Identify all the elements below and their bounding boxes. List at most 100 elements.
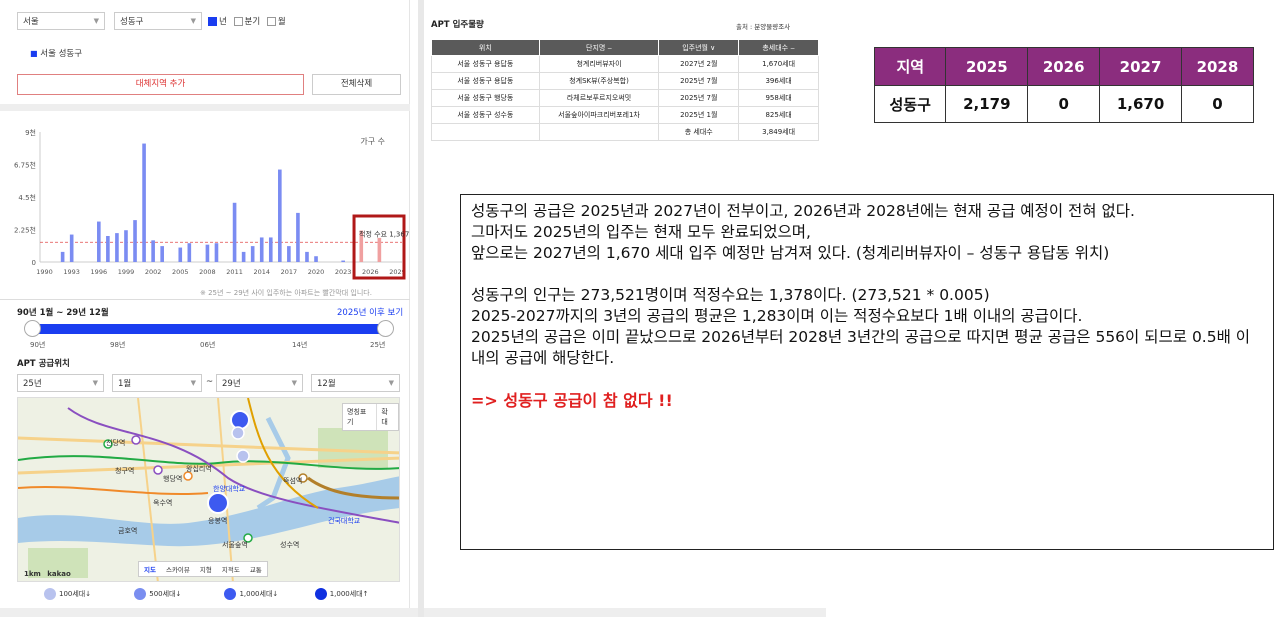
cell-complex: 청계리버뷰자이 (538, 55, 660, 73)
period-month-option[interactable]: 월 (266, 17, 286, 27)
y-tick-label: 4.5천 (18, 193, 36, 202)
chart-bar (115, 233, 119, 262)
x-tick-label: 2002 (145, 268, 162, 276)
checkbox-icon (233, 17, 243, 26)
section-divider (0, 104, 410, 111)
from-year-select[interactable]: 25년 ▼ (17, 374, 104, 392)
legend-label: 1,000세대↑ (329, 590, 369, 598)
chart-bar (314, 256, 318, 262)
x-tick-label: 2017 (281, 268, 298, 276)
toggle-labels-button[interactable]: 명칭표기 (343, 404, 378, 430)
chart-bar (341, 260, 345, 262)
cell-move-in: 2025년 1월 (658, 106, 740, 124)
to-month-select[interactable]: 12월 ▼ (311, 374, 400, 392)
legend-item: 100세대↓ (44, 588, 132, 600)
period-year-option[interactable]: 년 (208, 17, 227, 27)
chart-bar (278, 169, 282, 262)
after-2025-link[interactable]: 2025년 이후 보기 (337, 306, 403, 318)
size-legend: 100세대↓ 500세대↓ 1,000세대↓ 1,000세대↑ (44, 588, 403, 600)
map-label: 옥수역 (153, 499, 173, 507)
table-row[interactable]: 서울 성동구 용답동 청계리버뷰자이 2027년 2월 1,670세대 (431, 55, 819, 73)
bubble-icon (44, 588, 56, 600)
selected-region-label: 서울 성동구 (40, 49, 83, 59)
zoom-button[interactable]: 확대 (377, 404, 398, 430)
x-tick-label: 2020 (308, 268, 325, 276)
summary-cell: 0 (1027, 85, 1101, 123)
legend-label: 500세대↓ (149, 590, 182, 598)
y-axis-label: 가구 수 (360, 137, 385, 146)
delete-all-button[interactable]: 전체삭제 (312, 74, 401, 95)
table-row[interactable]: 서울 성동구 행당동 라체르보푸르지오써밋 2025년 7월 958세대 (431, 89, 819, 107)
legend-label: 1,000세대↓ (239, 590, 279, 598)
cell-complex: 라체르보푸르지오써밋 (538, 89, 660, 107)
column-header-households[interactable]: 총세대수 ‒ (738, 39, 819, 56)
chart-bar (305, 251, 309, 262)
x-tick-label: 1996 (91, 268, 108, 276)
chart-bar (259, 237, 264, 262)
map-label: 응봉역 (208, 517, 228, 525)
cell-complex: 청계SK뷰(주상복합) (538, 72, 660, 90)
to-year-select[interactable]: 29년 ▼ (216, 374, 303, 392)
x-tick-label: 1999 (118, 268, 135, 276)
x-tick-label: 2005 (172, 268, 189, 276)
from-month-select[interactable]: 1월 ▼ (112, 374, 202, 392)
tab-skyview[interactable]: 스카이뷰 (161, 562, 195, 576)
note-paragraph: 2025-2027까지의 3년의 공급의 평균은 1,283이며 이는 적정수요… (471, 307, 1083, 325)
region-select[interactable]: 서울 ▼ (17, 12, 105, 30)
range-slider-end-handle[interactable] (377, 320, 394, 337)
chevron-down-icon: ▼ (388, 379, 394, 387)
tab-traffic[interactable]: 교통 (245, 562, 267, 576)
table-row[interactable]: 서울 성동구 성수동 서울숲아이파크리버포레1차 2025년 1월 825세대 (431, 106, 819, 124)
period-quarter-option[interactable]: 분기 (233, 17, 261, 27)
chart-bar (60, 251, 65, 262)
cell-location: 서울 성동구 성수동 (431, 106, 540, 124)
tab-terrain[interactable]: 지형 (195, 562, 217, 576)
summary-cell: 0 (1180, 85, 1255, 123)
y-tick-label: 2.25천 (14, 226, 36, 235)
cell-move-in: 2025년 7월 (658, 89, 740, 107)
chart-bar (214, 243, 219, 262)
add-comparison-region-button[interactable]: 대체지역 추가 (17, 74, 304, 95)
map-label: 왕십리역 (186, 465, 212, 473)
note-paragraph: 앞으로는 2027년의 1,670 세대 입주 예정만 남겨져 있다. (청계리… (471, 244, 1110, 262)
period-quarter-label: 분기 (244, 17, 261, 27)
table-row[interactable]: 서울 성동구 용답동 청계SK뷰(주상복합) 2025년 7월 396세대 (431, 72, 819, 90)
column-header-location[interactable]: 위치 (431, 39, 540, 56)
y-tick-label: 0 (32, 259, 36, 267)
range-tick: 25년 (370, 341, 386, 349)
x-tick-label: 2014 (253, 268, 270, 276)
tab-map[interactable]: 지도 (139, 562, 161, 576)
reference-line-label: 적정 수요 1,367 (359, 229, 409, 238)
map-label: 청구역 (115, 467, 135, 475)
map-label: 한양대학교 (213, 485, 246, 493)
location-title: APT 공급위치 (17, 359, 70, 369)
cell-location: 서울 성동구 용답동 (431, 55, 540, 73)
range-tick: 14년 (292, 341, 308, 349)
y-tick-label: 6.75천 (14, 161, 36, 170)
district-select[interactable]: 성동구 ▼ (114, 12, 202, 30)
chart-bar (69, 234, 74, 262)
chart-bar (377, 237, 382, 262)
note-paragraph: 그마저도 2025년의 입주는 현재 모두 완료되었으며, (471, 223, 811, 241)
map-view[interactable]: 신당역 청구역 행당역 금호역 응봉역 서울숲역 뚝섬역 성수역 건국대학교 한… (17, 397, 400, 582)
apt-table-title: APT 입주물량 (431, 20, 484, 30)
x-tick-label: 2011 (226, 268, 243, 276)
column-header-move-in[interactable]: 입주년월 ∨ (658, 39, 740, 56)
chart-footnote: ※ 25년 ~ 29년 사이 입주하는 아파트는 빨간막대 입니다. (200, 289, 372, 297)
table-header-row: 위치 단지명 ‒ 입주년월 ∨ 총세대수 ‒ (431, 39, 819, 56)
x-tick-label: 2026 (362, 268, 379, 276)
note-conclusion: => 성동구 공급이 참 없다 !! (471, 391, 673, 410)
cell-households: 958세대 (738, 89, 819, 107)
y-tick-label: 9천 (25, 128, 36, 137)
total-value: 3,849세대 (738, 123, 819, 141)
range-tick: 90년 (30, 341, 46, 349)
chart-bar (178, 247, 183, 262)
apt-supply-table: 위치 단지명 ‒ 입주년월 ∨ 총세대수 ‒ 서울 성동구 용답동 청계리버뷰자… (431, 39, 819, 141)
chart-bar (142, 143, 146, 262)
range-slider-track (33, 324, 386, 334)
column-header-complex[interactable]: 단지명 ‒ (538, 39, 660, 56)
range-slider-start-handle[interactable] (24, 320, 41, 337)
tab-cadastral[interactable]: 지적도 (217, 562, 245, 576)
chevron-down-icon: ▼ (93, 17, 99, 25)
summary-header: 2025 (945, 47, 1029, 86)
